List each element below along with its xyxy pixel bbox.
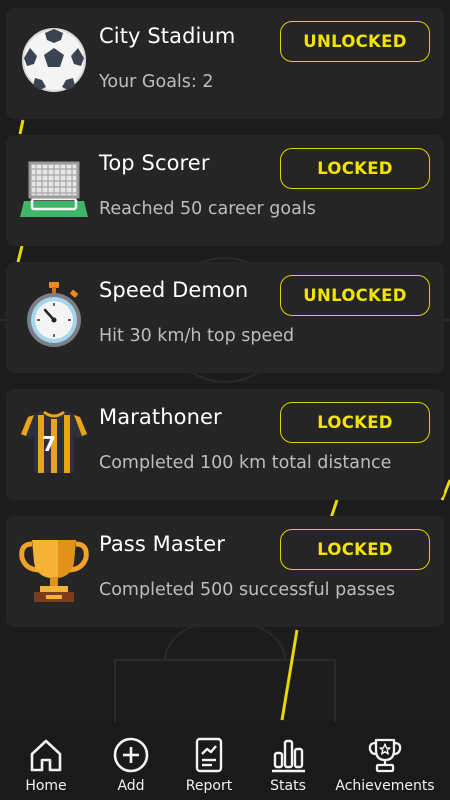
status-badge[interactable]: UNLOCKED bbox=[280, 21, 430, 62]
achievement-description: Reached 50 career goals bbox=[99, 199, 316, 219]
stopwatch-icon bbox=[27, 282, 81, 347]
add-circle-icon bbox=[113, 737, 149, 773]
achievement-title: Marathoner bbox=[99, 405, 222, 429]
achievement-title: City Stadium bbox=[99, 24, 236, 48]
status-badge[interactable]: LOCKED bbox=[280, 402, 430, 443]
achievement-title: Pass Master bbox=[99, 532, 225, 556]
nav-label: Stats bbox=[270, 778, 306, 794]
achievement-card[interactable]: Top Scorer Reached 50 career goals LOCKE… bbox=[6, 135, 444, 246]
status-badge[interactable]: LOCKED bbox=[280, 529, 430, 570]
achievement-card[interactable]: Speed Demon Hit 30 km/h top speed UNLOCK… bbox=[6, 262, 444, 373]
nav-report[interactable]: Report bbox=[180, 722, 238, 800]
home-icon bbox=[30, 739, 62, 772]
nav-home[interactable]: Home bbox=[18, 722, 74, 800]
achievement-card[interactable]: 7 Marathoner Completed 100 km total dist… bbox=[6, 389, 444, 500]
achievement-title: Speed Demon bbox=[99, 278, 249, 302]
achievement-description: Hit 30 km/h top speed bbox=[99, 326, 295, 346]
nav-label: Report bbox=[185, 778, 233, 794]
report-icon bbox=[195, 737, 223, 773]
soccer-ball-icon bbox=[22, 28, 86, 92]
bottom-navigation: Home Add Report Stats Achievements bbox=[0, 722, 450, 800]
stats-icon bbox=[272, 739, 305, 773]
achievements-icon bbox=[368, 738, 402, 773]
jersey-icon: 7 bbox=[20, 410, 88, 473]
achievement-card[interactable]: Pass Master Completed 500 successful pas… bbox=[6, 516, 444, 627]
achievement-card[interactable]: City Stadium Your Goals: 2 UNLOCKED bbox=[6, 8, 444, 119]
nav-label: Add bbox=[117, 778, 145, 794]
soccer-goal-icon bbox=[20, 161, 88, 217]
nav-achievements[interactable]: Achievements bbox=[330, 722, 440, 800]
achievement-description: Completed 100 km total distance bbox=[99, 453, 392, 473]
trophy-icon bbox=[19, 540, 89, 602]
status-badge[interactable]: LOCKED bbox=[280, 148, 430, 189]
nav-stats[interactable]: Stats bbox=[260, 722, 316, 800]
achievement-description: Completed 500 successful passes bbox=[99, 580, 396, 600]
nav-label: Achievements bbox=[335, 778, 435, 794]
nav-add[interactable]: Add bbox=[103, 722, 159, 800]
achievement-description: Your Goals: 2 bbox=[99, 72, 214, 92]
nav-label: Home bbox=[25, 778, 67, 794]
achievement-title: Top Scorer bbox=[99, 151, 210, 175]
status-badge[interactable]: UNLOCKED bbox=[280, 275, 430, 316]
jersey-number: 7 bbox=[42, 432, 56, 456]
